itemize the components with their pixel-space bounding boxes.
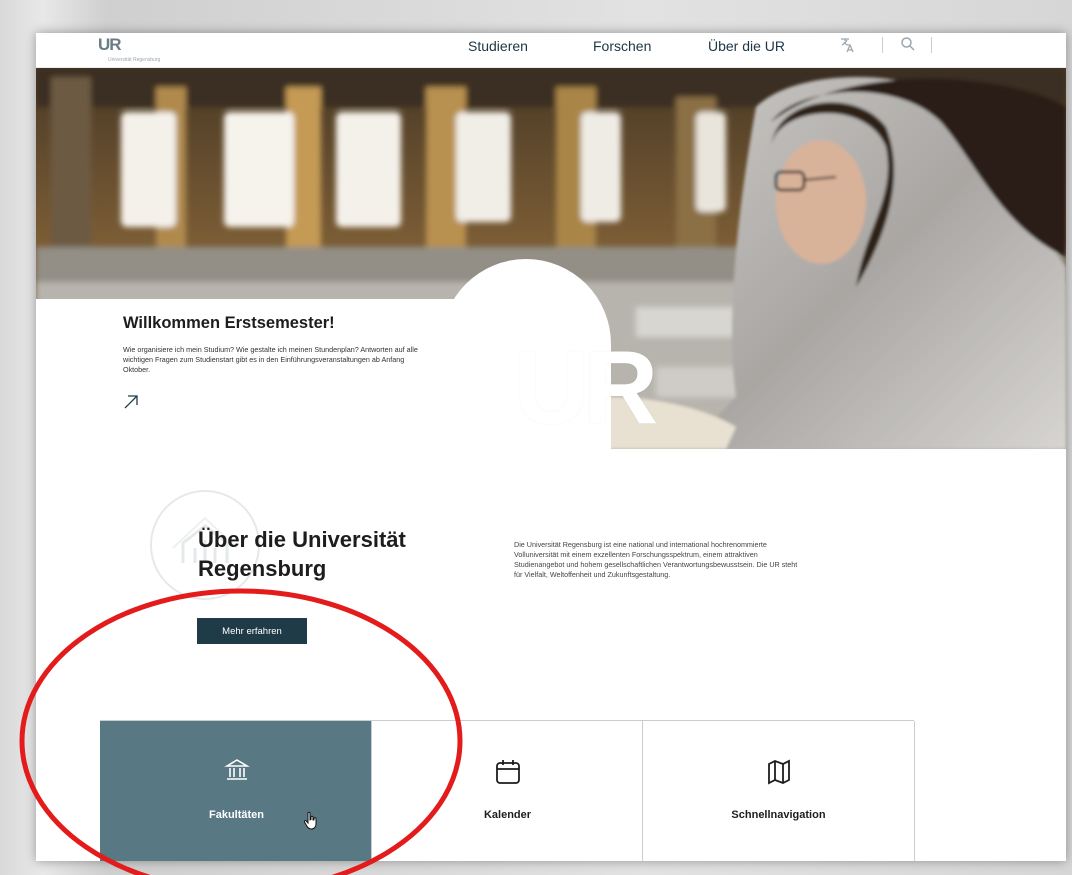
- nav-studieren[interactable]: Studieren: [468, 38, 528, 54]
- tile-label-fakultaeten: Fakultäten: [208, 809, 264, 821]
- institution-icon: [223, 757, 250, 788]
- mehr-erfahren-button[interactable]: Mehr erfahren: [197, 618, 307, 644]
- welcome-text: Wie organisiere ich mein Studium? Wie ge…: [123, 345, 418, 374]
- arrow-up-right-icon[interactable]: [122, 393, 140, 416]
- logo-mark: UR: [98, 35, 122, 54]
- hero-ur-wordmark: UR: [514, 330, 658, 446]
- search-icon[interactable]: [900, 36, 916, 55]
- logo-subtitle: Universität Regensburg: [108, 57, 161, 63]
- map-icon: [764, 757, 794, 792]
- tile-kalender[interactable]: Kalender: [371, 721, 644, 861]
- hero-banner: UR: [36, 67, 1066, 449]
- university-logo[interactable]: UR Universität Regensburg: [98, 35, 198, 65]
- tile-label-schnellnavigation: Schnellnavigation: [731, 809, 826, 821]
- calendar-icon: [493, 757, 523, 792]
- site-header: UR Universität Regensburg Studieren Fors…: [36, 33, 1066, 68]
- hand-cursor-icon: [303, 811, 319, 836]
- language-icon[interactable]: [838, 36, 856, 57]
- tile-fakultaeten[interactable]: Fakultäten: [100, 721, 373, 861]
- quicklink-tiles: Fakultäten Kalender Schnellnavigation: [100, 720, 915, 861]
- nav-ueber-die-ur[interactable]: Über die UR: [708, 38, 785, 54]
- tile-label-kalender: Kalender: [483, 809, 532, 821]
- nav-separator: [931, 37, 932, 53]
- nav-forschen[interactable]: Forschen: [593, 38, 651, 54]
- nav-separator: [882, 37, 883, 53]
- welcome-title: Willkommen Erstsemester!: [123, 314, 335, 332]
- tile-schnellnavigation[interactable]: Schnellnavigation: [642, 721, 915, 861]
- about-text: Die Universität Regensburg ist eine nati…: [514, 540, 798, 579]
- about-title: Über die Universität Regensburg: [198, 527, 406, 581]
- browser-page: UR Universität Regensburg Studieren Fors…: [36, 33, 1066, 861]
